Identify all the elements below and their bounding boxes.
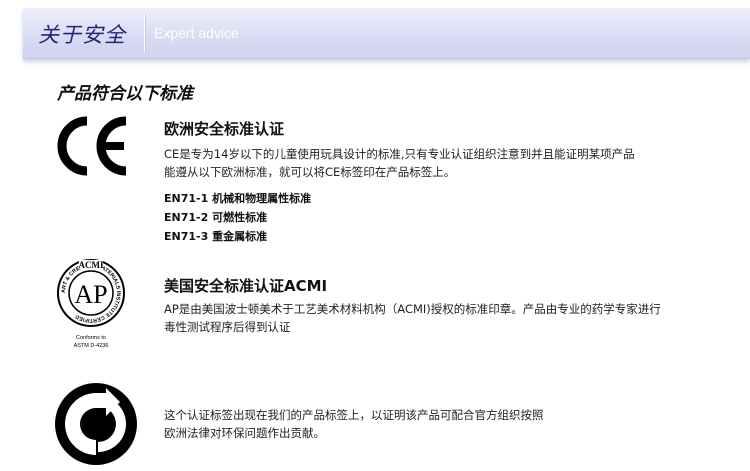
acmi-bottom-text: Conforms to — [76, 335, 106, 341]
green-dot-description: 这个认证标签出现在我们的产品标签上，以证明该产品可配合官方组织按照 欧洲法律对环… — [164, 406, 744, 442]
acmi-description-line2: 毒性测试程序后得到认证 — [164, 320, 291, 334]
ce-description-line2: 能遵从以下欧洲标准，就可以将CE标签印在产品标签上。 — [164, 165, 456, 179]
header-title: 关于安全 — [38, 23, 126, 47]
ce-logo — [54, 113, 130, 179]
acmi-title: 美国安全标准认证ACMI — [164, 277, 328, 295]
green-dot-description-line1: 这个认证标签出现在我们的产品标签上，以证明该产品可配合官方组织按照 — [164, 408, 544, 422]
acmi-center-text: AP — [74, 280, 107, 309]
ce-title: 欧洲安全标准认证 — [164, 120, 285, 138]
header-divider — [144, 14, 145, 52]
acmi-ap-seal: ART & CREATIVE MATERIALS INSTITUTE CERTI… — [56, 257, 126, 355]
green-dot-recycle-logo — [54, 382, 138, 466]
ce-standard-item: EN71-3 重金属标准 — [164, 230, 268, 243]
ce-description: CE是专为14岁以下的儿童使用玩具设计的标准,只有专业认证组织注意到并且能证明某… — [164, 145, 744, 181]
header-subtitle: Expert advice — [154, 25, 239, 41]
acmi-top-text: ACMI — [79, 260, 104, 270]
header-banner: 关于安全 Expert advice — [23, 8, 750, 59]
ce-description-line1: CE是专为14岁以下的儿童使用玩具设计的标准,只有专业认证组织注意到并且能证明某… — [164, 147, 635, 161]
acmi-description-line1: AP是由美国波士顿美术于工艺美术材料机构（ACMI)授权的标准印章。产品由专业的… — [164, 302, 661, 316]
section-title: 产品符合以下标准 — [57, 84, 193, 104]
ce-standard-item: EN71-2 可燃性标准 — [164, 211, 268, 224]
acmi-description: AP是由美国波士顿美术于工艺美术材料机构（ACMI)授权的标准印章。产品由专业的… — [164, 300, 744, 336]
ce-standard-item: EN71-1 机械和物理属性标准 — [164, 192, 312, 205]
green-dot-description-line2: 欧洲法律对环保问题作出贡献。 — [164, 426, 325, 440]
acmi-bottom-text: ASTM D-4236 — [74, 343, 109, 349]
